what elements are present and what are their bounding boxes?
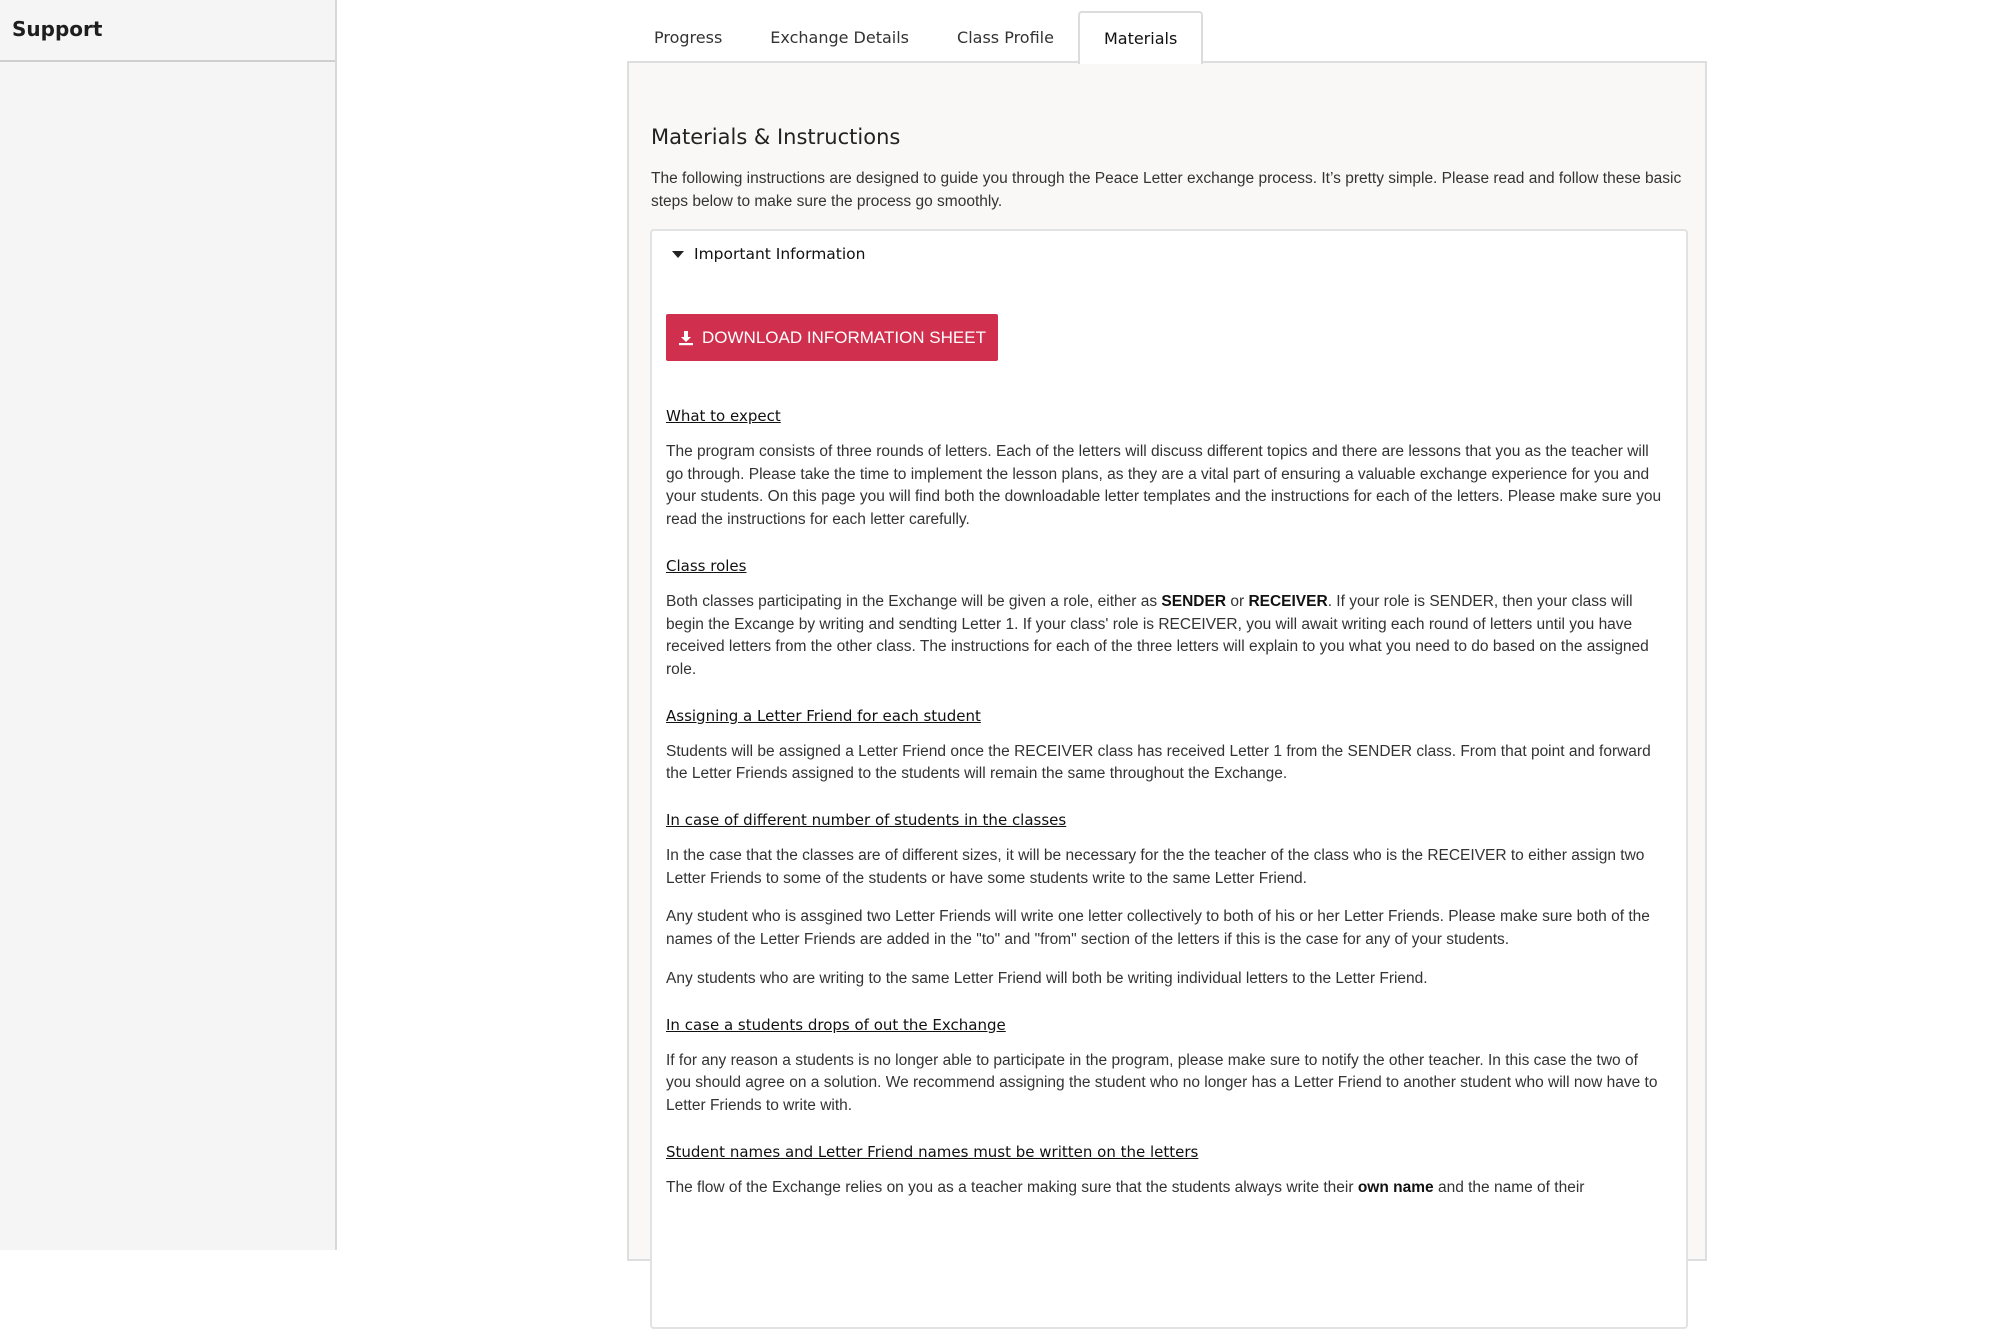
section-heading: Student names and Letter Friend names mu… [666,1142,1199,1161]
section-heading: What to expect [666,407,781,425]
download-button-label: DOWNLOAD INFORMATION SHEET [702,327,986,347]
section-heading: Assigning a Letter Friend for each stude… [666,706,981,725]
section-paragraph: In the case that the classes are of diff… [666,847,1645,887]
tab-class-profile[interactable]: Class Profile [933,12,1078,62]
section-class-roles: Class roles Both classes participating i… [666,557,1666,682]
download-icon [679,330,693,345]
intro-text: The following instructions are designed … [651,170,1682,210]
section-paragraph: Any student who is assgined two Letter F… [666,908,1650,949]
section-paragraph: Both classes participating in the Exchan… [666,592,1649,678]
sidebar-header: Support [0,0,335,62]
section-paragraph: The flow of the Exchange relies on you a… [666,1178,1585,1196]
tab-exchange-details[interactable]: Exchange Details [746,12,933,62]
materials-panel: Materials & Instructions The following i… [627,61,1707,1329]
download-information-sheet-button[interactable]: DOWNLOAD INFORMATION SHEET [666,314,998,361]
page-title: Materials & Instructions [651,125,901,149]
tab-materials[interactable]: Materials [1077,11,1204,64]
section-heading: In case of different number of students … [666,811,1067,830]
section-paragraph: The program consists of three rounds of … [666,443,1662,529]
section-paragraph: Students will be assigned a Letter Frien… [666,742,1651,783]
section-student-drops-out: In case a students drops of out the Exch… [666,1016,1666,1118]
section-heading: Class roles [666,556,747,575]
tab-progress[interactable]: Progress [630,12,746,62]
section-what-to-expect: What to expect The program consists of t… [666,407,1666,532]
section-heading: In case a students drops of out the Exch… [666,1015,1006,1034]
section-student-names: Student names and Letter Friend names mu… [666,1143,1666,1200]
section-assigning-letter-friend: Assigning a Letter Friend for each stude… [666,707,1666,786]
section-different-number-of-students: In case of different number of students … [666,811,1666,991]
caret-down-icon [672,251,684,258]
important-information-toggle[interactable]: Important Information [672,245,866,263]
tab-bar: Progress Exchange Details Class Profile … [630,11,1204,64]
important-information-box: Important Information DOWNLOAD INFORMATI… [650,229,1688,1329]
sidebar: Support [0,0,337,1250]
section-paragraph: Any students who are writing to the same… [666,969,1428,987]
section-paragraph: If for any reason a students is no longe… [666,1051,1658,1114]
sidebar-title: Support [12,17,103,41]
important-information-label: Important Information [694,245,866,263]
instructions-content: What to expect The program consists of t… [666,407,1666,1224]
